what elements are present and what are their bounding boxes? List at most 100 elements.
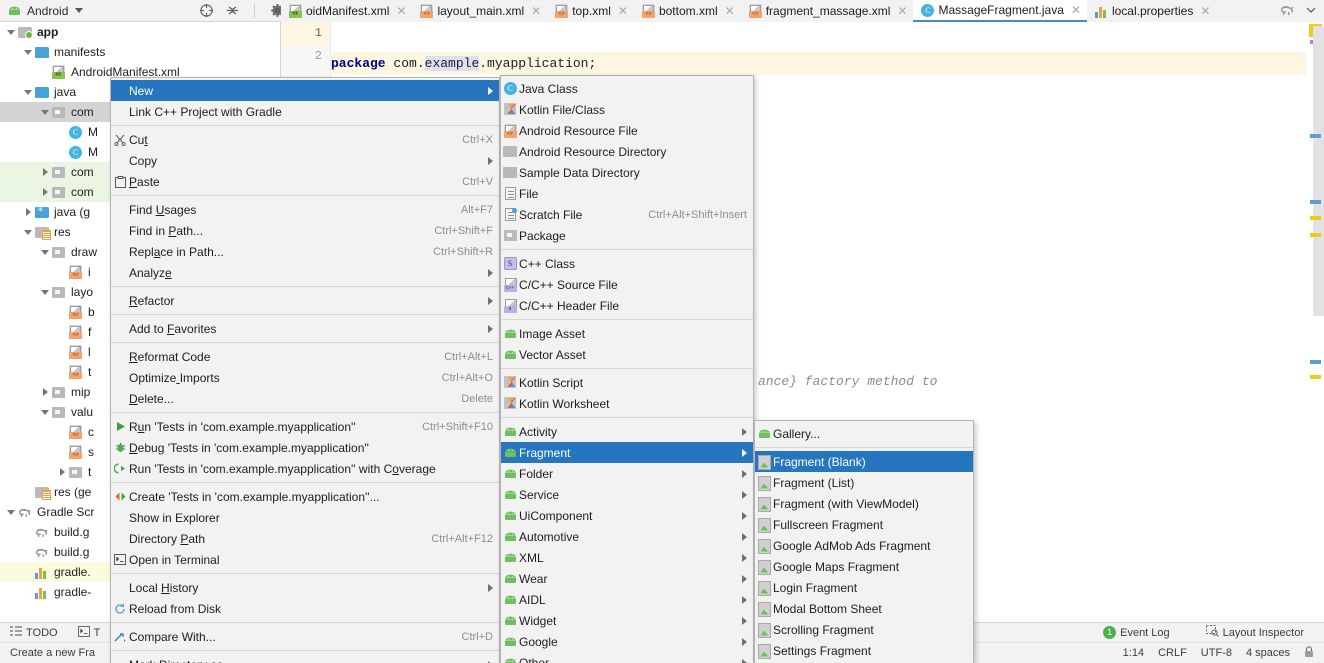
- context-menu-item[interactable]: Local History: [111, 577, 499, 598]
- context-menu-item[interactable]: Debug 'Tests in 'com.example.myapplicati…: [111, 437, 499, 458]
- context-menu-item[interactable]: Compare With... Ctrl+D: [111, 626, 499, 647]
- context-menu-item[interactable]: Link C++ Project with Gradle: [111, 101, 499, 122]
- target-icon[interactable]: [198, 3, 214, 19]
- fragment-submenu-item[interactable]: Google Maps Fragment: [755, 556, 973, 577]
- gradle-elephant-icon[interactable]: [1280, 4, 1296, 19]
- project-context-menu[interactable]: New Link C++ Project with Gradle Cut Ctrl+X…: [110, 77, 500, 663]
- context-menu-item[interactable]: Show in Explorer: [111, 507, 499, 528]
- fragment-submenu-item[interactable]: Login Fragment: [755, 577, 973, 598]
- fragment-submenu-item[interactable]: Settings Fragment: [755, 640, 973, 661]
- editor-tab[interactable]: fragment_massage.xml ✕: [741, 0, 914, 22]
- chevron-right-icon[interactable]: [38, 388, 52, 396]
- new-submenu-item[interactable]: Image Asset: [501, 323, 753, 344]
- context-menu-item[interactable]: Reload from Disk: [111, 598, 499, 619]
- new-submenu-item[interactable]: AIDL: [501, 589, 753, 610]
- context-menu-item[interactable]: Create 'Tests in 'com.example.myapplicat…: [111, 486, 499, 507]
- new-submenu-item[interactable]: Scratch File Ctrl+Alt+Shift+Insert: [501, 204, 753, 225]
- new-submenu-item[interactable]: Kotlin Worksheet: [501, 393, 753, 414]
- fragment-submenu-item[interactable]: Google AdMob Ads Fragment: [755, 535, 973, 556]
- todo-tool-button[interactable]: TODO: [0, 623, 68, 643]
- editor-tab[interactable]: oidManifest.xml ✕: [281, 0, 412, 22]
- new-submenu-item[interactable]: File: [501, 183, 753, 204]
- fragment-submenu-item[interactable]: Scrolling Fragment: [755, 619, 973, 640]
- fragment-submenu-item[interactable]: Fragment (Blank): [755, 451, 973, 472]
- chevron-down-icon[interactable]: [21, 89, 35, 95]
- chevron-right-icon[interactable]: [38, 188, 52, 196]
- fragment-submenu-item[interactable]: Gallery...: [755, 423, 973, 444]
- chevron-right-icon[interactable]: [21, 208, 35, 216]
- fragment-submenu-item[interactable]: Modal Bottom Sheet: [755, 598, 973, 619]
- chevron-right-icon[interactable]: [55, 468, 69, 476]
- context-menu-item[interactable]: Reformat Code Ctrl+Alt+L: [111, 346, 499, 367]
- editor-marker-scrollbar[interactable]: [1306, 22, 1324, 622]
- editor-tab[interactable]: local.properties ✕: [1087, 0, 1216, 22]
- context-menu-item[interactable]: Replace in Path... Ctrl+Shift+R: [111, 241, 499, 262]
- new-submenu-item[interactable]: Automotive: [501, 526, 753, 547]
- scrollbar-thumb[interactable]: [1313, 26, 1324, 316]
- caret-position[interactable]: 1:14: [1123, 647, 1144, 659]
- chevron-down-icon[interactable]: [4, 29, 18, 35]
- fragment-submenu[interactable]: Gallery... Fragment (Blank) Fragment (List…: [754, 420, 974, 663]
- new-submenu-item[interactable]: UiComponent: [501, 505, 753, 526]
- new-submenu-item[interactable]: Other: [501, 652, 753, 663]
- context-menu-item[interactable]: Run 'Tests in 'com.example.myapplication…: [111, 458, 499, 479]
- project-selector[interactable]: Android: [0, 0, 192, 22]
- context-menu-item[interactable]: Refactor: [111, 290, 499, 311]
- new-submenu-item[interactable]: C/C++ Header File: [501, 295, 753, 316]
- editor-tab[interactable]: top.xml ✕: [547, 0, 634, 22]
- editor-tab[interactable]: bottom.xml ✕: [634, 0, 741, 22]
- new-submenu-item[interactable]: Package: [501, 225, 753, 246]
- chevron-down-icon[interactable]: [21, 229, 35, 235]
- fragment-submenu-item[interactable]: Fragment (with ViewModel): [755, 493, 973, 514]
- chevron-down-icon[interactable]: [38, 289, 52, 295]
- context-menu-item[interactable]: Find Usages Alt+F7: [111, 199, 499, 220]
- event-log-button[interactable]: 1 Event Log: [1093, 623, 1180, 643]
- new-submenu[interactable]: CJava Class Kotlin File/Class Android Reso…: [500, 75, 754, 663]
- context-menu-item[interactable]: Paste Ctrl+V: [111, 171, 499, 192]
- new-submenu-item[interactable]: Google: [501, 631, 753, 652]
- new-submenu-item[interactable]: C/C++ Source File: [501, 274, 753, 295]
- close-icon[interactable]: ✕: [531, 5, 541, 17]
- fragment-submenu-item[interactable]: Fragment (List): [755, 472, 973, 493]
- collapse-all-icon[interactable]: [224, 3, 240, 19]
- context-menu-item[interactable]: Add to Favorites: [111, 318, 499, 339]
- fragment-submenu-item[interactable]: Fullscreen Fragment: [755, 514, 973, 535]
- new-submenu-item[interactable]: Wear: [501, 568, 753, 589]
- new-submenu-item[interactable]: Kotlin Script: [501, 372, 753, 393]
- context-menu-item[interactable]: Optimize Imports Ctrl+Alt+O: [111, 367, 499, 388]
- chevron-down-icon[interactable]: [38, 249, 52, 255]
- indent-setting[interactable]: 4 spaces: [1246, 647, 1290, 659]
- context-menu-item[interactable]: Analyze: [111, 262, 499, 283]
- context-menu-item[interactable]: Find in Path... Ctrl+Shift+F: [111, 220, 499, 241]
- chevron-down-icon[interactable]: [4, 509, 18, 515]
- context-menu-item[interactable]: New: [111, 80, 499, 101]
- new-submenu-item[interactable]: Service: [501, 484, 753, 505]
- new-submenu-item[interactable]: Vector Asset: [501, 344, 753, 365]
- new-submenu-item[interactable]: Kotlin File/Class: [501, 99, 753, 120]
- new-submenu-item[interactable]: Android Resource Directory: [501, 141, 753, 162]
- context-menu-item[interactable]: Delete... Delete: [111, 388, 499, 409]
- close-icon[interactable]: ✕: [725, 5, 735, 17]
- context-menu-item[interactable]: Directory Path Ctrl+Alt+F12: [111, 528, 499, 549]
- editor-tab-active[interactable]: C MassageFragment.java ✕: [913, 0, 1087, 22]
- new-submenu-item[interactable]: Android Resource File: [501, 120, 753, 141]
- chevron-right-icon[interactable]: [38, 168, 52, 176]
- chevron-down-icon[interactable]: [38, 109, 52, 115]
- lock-icon[interactable]: [1304, 645, 1314, 661]
- close-icon[interactable]: ✕: [618, 5, 628, 17]
- new-submenu-item[interactable]: Widget: [501, 610, 753, 631]
- close-icon[interactable]: ✕: [1200, 5, 1210, 17]
- context-menu-item[interactable]: Mark Directory as: [111, 654, 499, 663]
- chevron-down-icon[interactable]: [38, 409, 52, 415]
- file-encoding[interactable]: UTF-8: [1201, 647, 1232, 659]
- close-icon[interactable]: ✕: [396, 5, 406, 17]
- tree-node[interactable]: app: [0, 22, 280, 42]
- new-submenu-item[interactable]: S C++ Class: [501, 253, 753, 274]
- tree-node[interactable]: manifests: [0, 42, 280, 62]
- context-menu-item[interactable]: Run 'Tests in 'com.example.myapplication…: [111, 416, 499, 437]
- new-submenu-item[interactable]: XML: [501, 547, 753, 568]
- close-icon[interactable]: ✕: [1071, 4, 1081, 16]
- chevron-down-icon[interactable]: [1304, 3, 1318, 20]
- new-submenu-item[interactable]: Activity: [501, 421, 753, 442]
- line-separator[interactable]: CRLF: [1158, 647, 1187, 659]
